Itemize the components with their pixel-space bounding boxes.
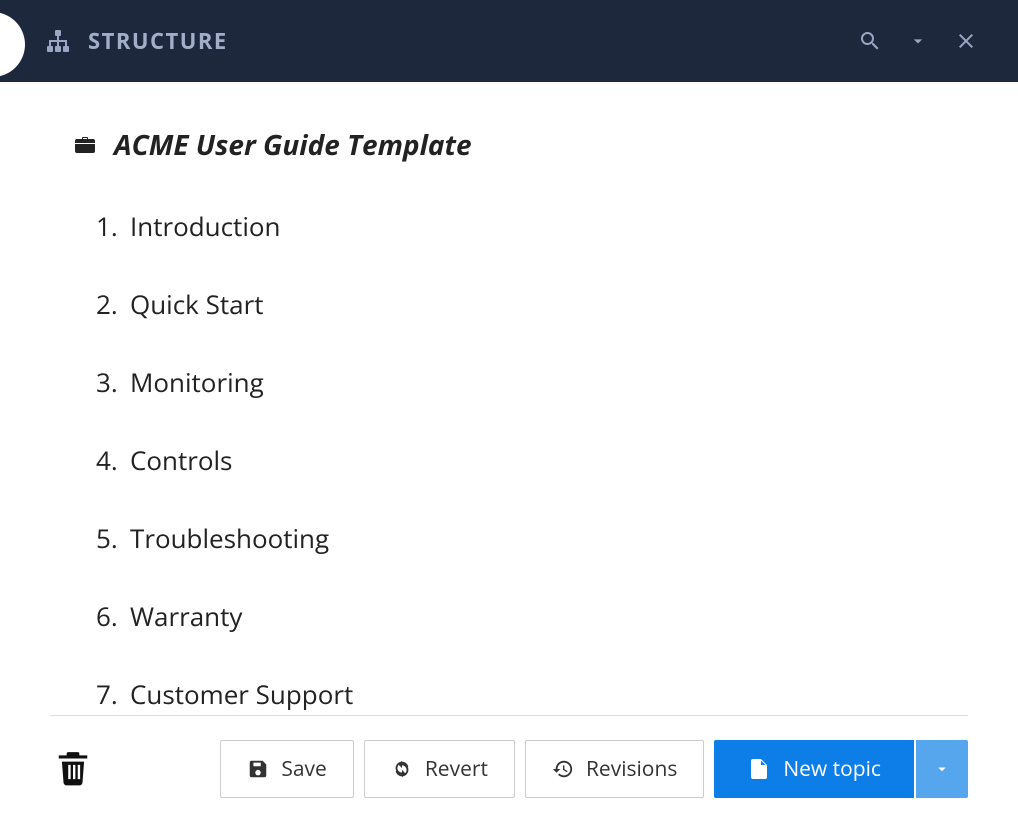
footer-left (50, 743, 96, 796)
search-icon[interactable] (858, 29, 882, 53)
topic-list: 1.Introduction 2.Quick Start 3.Monitoring 4… (72, 208, 968, 712)
revert-label: Revert (425, 755, 488, 783)
header-right (858, 29, 978, 53)
revisions-button[interactable]: Revisions (525, 740, 704, 798)
topic-number: 1. (96, 208, 130, 244)
topic-label: Introduction (130, 208, 280, 244)
save-button[interactable]: Save (220, 740, 353, 798)
content-area: ACME User Guide Template 1.Introduction 2… (0, 82, 1018, 712)
topic-label: Quick Start (130, 286, 263, 322)
topic-item[interactable]: 3.Monitoring (96, 364, 968, 400)
header-left: STRUCTURE (46, 26, 228, 56)
save-label: Save (281, 755, 326, 783)
topic-item[interactable]: 7.Customer Support (96, 676, 968, 712)
new-topic-dropdown[interactable] (916, 740, 968, 798)
new-topic-label: New topic (783, 755, 881, 783)
chevron-down-icon (933, 760, 951, 778)
topic-number: 4. (96, 442, 130, 478)
topic-number: 5. (96, 520, 130, 556)
document-title-row[interactable]: ACME User Guide Template (72, 126, 968, 164)
footer-right: Save Revert Revisions New topic (220, 740, 968, 798)
history-icon (552, 758, 574, 780)
topic-number: 7. (96, 676, 130, 712)
topic-number: 6. (96, 598, 130, 634)
delete-button[interactable] (50, 743, 96, 796)
revert-button[interactable]: Revert (364, 740, 515, 798)
header-bar: STRUCTURE (0, 0, 1018, 82)
topic-number: 2. (96, 286, 130, 322)
revisions-label: Revisions (586, 755, 677, 783)
document-title: ACME User Guide Template (114, 126, 472, 164)
revert-icon (391, 758, 413, 780)
topic-label: Monitoring (130, 364, 264, 400)
briefcase-icon (72, 133, 98, 157)
sitemap-icon (46, 29, 70, 53)
topic-item[interactable]: 1.Introduction (96, 208, 968, 244)
save-icon (247, 758, 269, 780)
footer-toolbar: Save Revert Revisions New topic (50, 715, 968, 798)
edge-circle (0, 12, 25, 77)
new-topic-split: New topic (714, 740, 968, 798)
topic-item[interactable]: 4.Controls (96, 442, 968, 478)
new-topic-button[interactable]: New topic (714, 740, 914, 798)
topic-item[interactable]: 6.Warranty (96, 598, 968, 634)
chevron-down-icon[interactable] (908, 31, 928, 51)
topic-item[interactable]: 2.Quick Start (96, 286, 968, 322)
close-icon[interactable] (954, 29, 978, 53)
file-icon (747, 755, 771, 783)
topic-number: 3. (96, 364, 130, 400)
topic-label: Customer Support (130, 676, 353, 712)
topic-label: Troubleshooting (130, 520, 329, 556)
header-title: STRUCTURE (88, 26, 228, 56)
topic-label: Warranty (130, 598, 242, 634)
trash-icon (54, 747, 92, 789)
topic-label: Controls (130, 442, 232, 478)
topic-item[interactable]: 5.Troubleshooting (96, 520, 968, 556)
